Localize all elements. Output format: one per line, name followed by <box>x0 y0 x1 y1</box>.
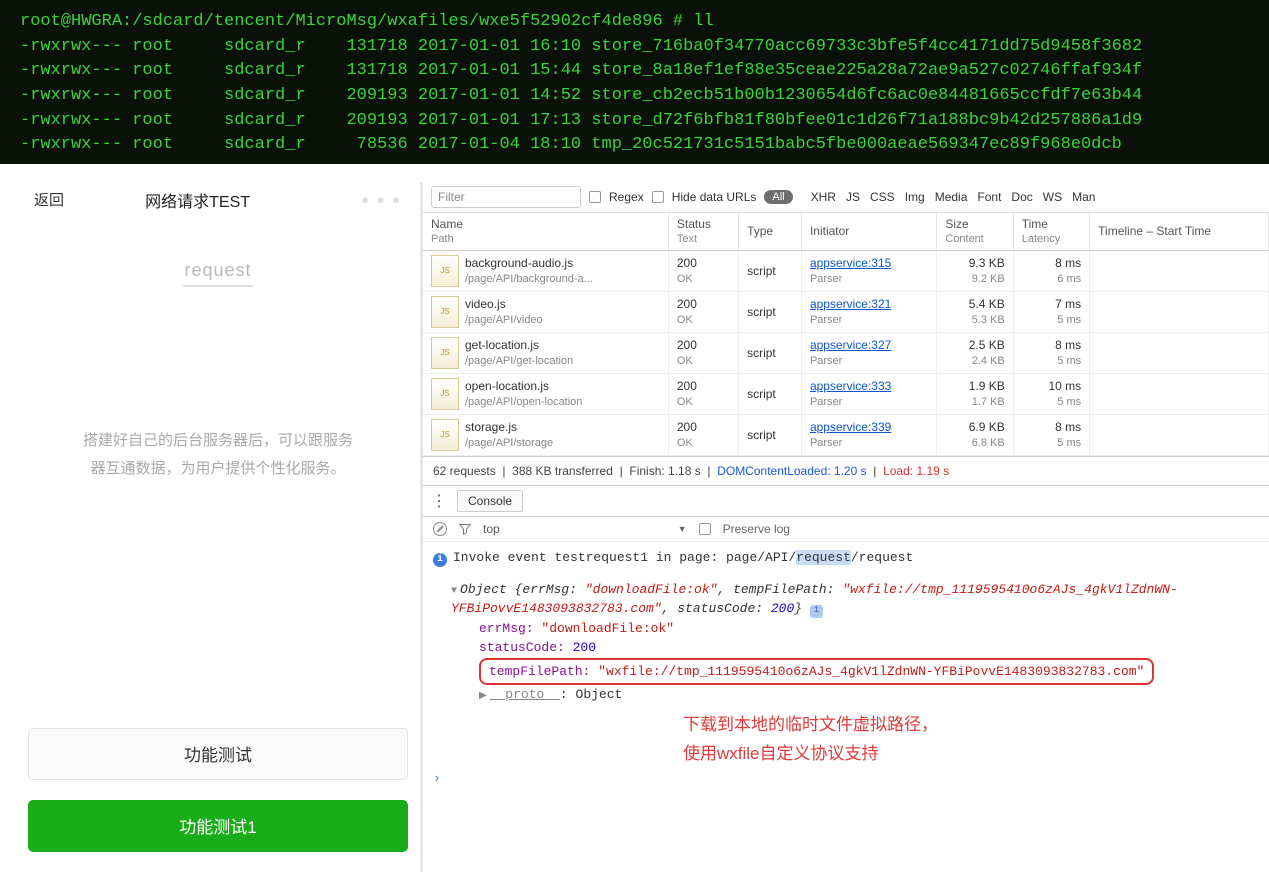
object-proto[interactable]: ▶__proto__: Object <box>479 685 1259 705</box>
object-prop: statusCode: 200 <box>479 638 1259 658</box>
summary-finish: Finish: 1.18 s <box>629 464 700 478</box>
kebab-icon[interactable]: ⋮ <box>431 491 447 511</box>
col-time[interactable]: TimeLatency <box>1013 213 1089 251</box>
network-filter-bar: Filter Regex Hide data URLs All XHR JS CSS… <box>423 182 1269 213</box>
filter-type-media[interactable]: Media <box>935 190 968 204</box>
chevron-down-icon: ▼ <box>678 524 687 534</box>
filter-type-css[interactable]: CSS <box>870 190 895 204</box>
caret-right-icon[interactable]: ▶ <box>479 691 487 702</box>
console-tab[interactable]: Console <box>457 490 523 512</box>
function-test-button[interactable]: 功能测试 <box>28 728 408 780</box>
console-drawer-tabs: ⋮ Console <box>423 486 1269 517</box>
col-size[interactable]: SizeContent <box>937 213 1013 251</box>
filter-type-img[interactable]: Img <box>905 190 925 204</box>
more-icon[interactable]: ● ● ● <box>361 192 402 207</box>
hide-data-urls-checkbox[interactable] <box>652 191 664 203</box>
summary-requests: 62 requests <box>433 464 496 478</box>
preserve-log-checkbox[interactable] <box>699 523 711 535</box>
console-prompt[interactable]: › <box>433 769 1259 789</box>
info-badge-icon[interactable]: i <box>810 605 823 618</box>
col-name[interactable]: NamePath <box>423 213 668 251</box>
function-test1-button[interactable]: 功能测试1 <box>28 800 408 852</box>
js-file-icon: JS <box>431 378 459 410</box>
regex-label: Regex <box>609 190 644 204</box>
filter-type-ws[interactable]: WS <box>1043 190 1062 204</box>
network-table: NamePath StatusText Type Initiator SizeC… <box>423 213 1269 457</box>
js-file-icon: JS <box>431 419 459 451</box>
underline <box>183 285 253 287</box>
phone-simulator: 返回 网络请求TEST ● ● ● request 搭建好自己的后台服务器后，可… <box>0 182 420 872</box>
summary-domcontentloaded: DOMContentLoaded: 1.20 s <box>717 464 866 478</box>
table-row[interactable]: JSvideo.js/page/API/video200OKscriptapps… <box>423 292 1269 333</box>
terminal-output: root@HWGRA:/sdcard/tencent/MicroMsg/wxaf… <box>0 0 1269 164</box>
info-icon: i <box>433 553 447 567</box>
filter-type-js[interactable]: JS <box>846 190 860 204</box>
desc-line: 搭建好自己的后台服务器后，可以跟服务 <box>58 427 378 456</box>
filter-type-man[interactable]: Man <box>1072 190 1095 204</box>
filter-input[interactable]: Filter <box>431 186 581 208</box>
filter-all-pill[interactable]: All <box>764 190 792 204</box>
description-text: 搭建好自己的后台服务器后，可以跟服务 器互通数据，为用户提供个性化服务。 <box>28 427 408 484</box>
context-selector[interactable]: top <box>483 522 506 536</box>
page-title: 网络请求TEST <box>34 188 361 212</box>
console-toolbar: top ▼ Preserve log <box>423 517 1269 542</box>
js-file-icon: JS <box>431 255 459 287</box>
col-initiator[interactable]: Initiator <box>801 213 936 251</box>
console-info-line: iInvoke event testrequest1 in page: page… <box>433 548 1259 568</box>
request-link: request <box>28 260 408 281</box>
filter-type-doc[interactable]: Doc <box>1011 190 1032 204</box>
col-timeline[interactable]: Timeline – Start Time <box>1090 213 1269 251</box>
summary-load: Load: 1.19 s <box>883 464 949 478</box>
js-file-icon: JS <box>431 296 459 328</box>
hide-data-urls-label: Hide data URLs <box>672 190 757 204</box>
table-row[interactable]: JSbackground-audio.js/page/API/backgroun… <box>423 251 1269 292</box>
filter-type-xhr[interactable]: XHR <box>811 190 836 204</box>
console-output: iInvoke event testrequest1 in page: page… <box>423 542 1269 808</box>
network-summary: 62 requests | 388 KB transferred | Finis… <box>423 456 1269 486</box>
console-object[interactable]: ▼Object {errMsg: "downloadFile:ok", temp… <box>433 580 1259 705</box>
filter-icon[interactable] <box>459 523 471 535</box>
annotation-text: 下载到本地的临时文件虚拟路径， 使用wxfile自定义协议支持 <box>683 711 1259 769</box>
summary-transferred: 388 KB transferred <box>512 464 613 478</box>
table-row[interactable]: JSopen-location.js/page/API/open-locatio… <box>423 374 1269 415</box>
col-status[interactable]: StatusText <box>668 213 738 251</box>
desc-line: 器互通数据，为用户提供个性化服务。 <box>58 455 378 484</box>
object-prop-tempfilepath: tempFilePath: "wxfile://tmp_1119595410o6… <box>479 658 1259 686</box>
caret-down-icon[interactable]: ▼ <box>451 586 457 597</box>
table-row[interactable]: JSstorage.js/page/API/storage200OKscript… <box>423 415 1269 456</box>
col-type[interactable]: Type <box>739 213 802 251</box>
table-row[interactable]: JSget-location.js/page/API/get-location2… <box>423 333 1269 374</box>
regex-checkbox[interactable] <box>589 191 601 203</box>
devtools-panel: Filter Regex Hide data URLs All XHR JS CSS… <box>420 182 1269 872</box>
preserve-log-label: Preserve log <box>723 522 790 536</box>
clear-console-icon[interactable] <box>433 522 447 536</box>
filter-type-font[interactable]: Font <box>977 190 1001 204</box>
object-prop: errMsg: "downloadFile:ok" <box>479 619 1259 639</box>
js-file-icon: JS <box>431 337 459 369</box>
